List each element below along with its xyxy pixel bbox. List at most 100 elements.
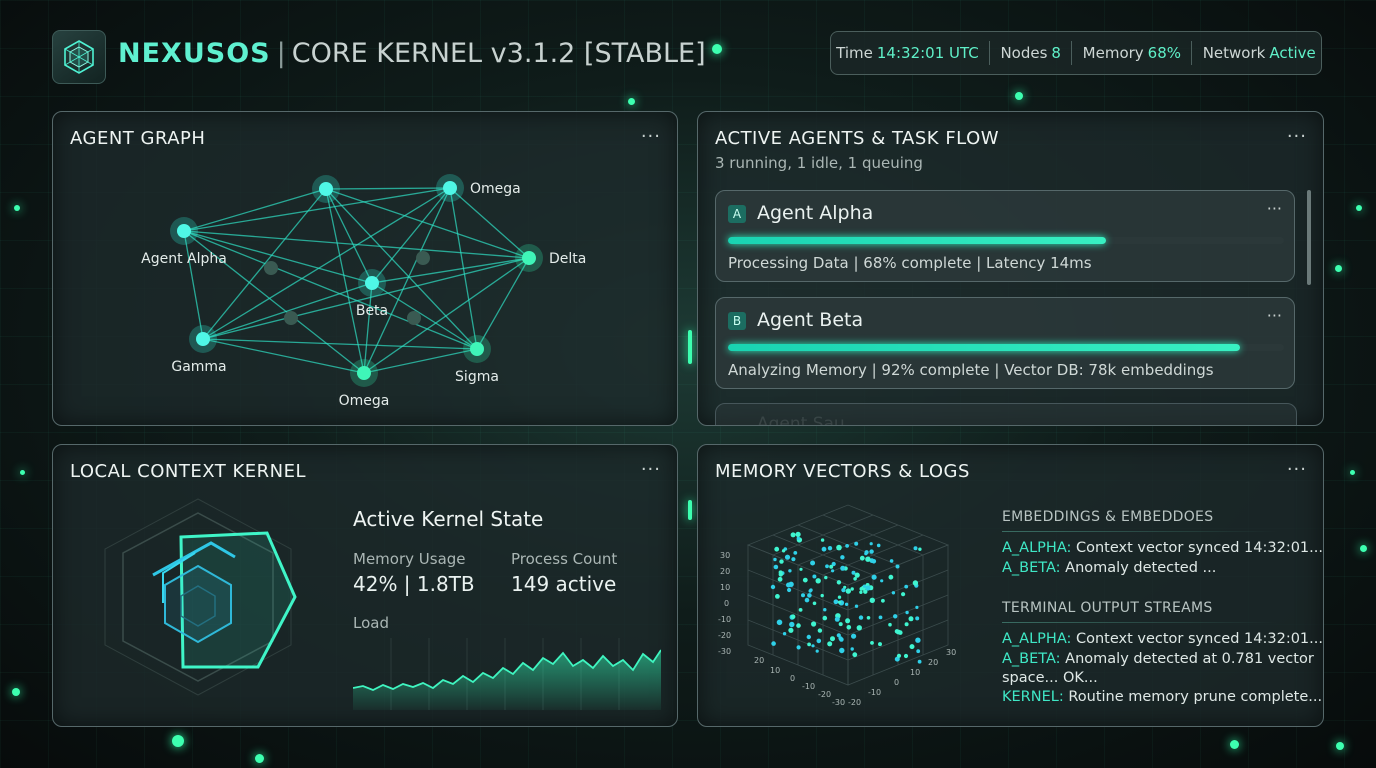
kernel-hexagon-icon	[104, 498, 297, 696]
scatter-point	[787, 587, 792, 593]
scatter-point	[830, 636, 835, 642]
log-text: space... OK...	[1002, 670, 1098, 686]
scatter-point	[836, 544, 842, 551]
agent-more-icon[interactable]: ···	[1267, 199, 1282, 218]
log-text: Routine memory prune complete...	[1063, 689, 1323, 705]
agent-card-partial[interactable]: Agent Sau...	[715, 403, 1297, 425]
scatter-point	[903, 653, 909, 659]
status-time: Time 14:32:01 UTC	[836, 44, 979, 62]
panel-title: MEMORY VECTORS & LOGS	[715, 461, 970, 482]
agent-card-alpha[interactable]: A Agent Alpha ··· Processing Data | 68% …	[715, 190, 1295, 282]
process-count-label: Process Count	[511, 550, 618, 568]
scatter-point	[823, 608, 827, 612]
nexusos-logo-icon[interactable]	[52, 30, 106, 84]
log-line: A_BETA: Anomaly detected ...	[1002, 560, 1216, 576]
scatter-point	[845, 544, 849, 548]
memory-usage-value: 42% | 1.8TB	[353, 572, 475, 596]
axis-tick: 10	[910, 668, 920, 677]
agent-graph-panel: AGENT GRAPH ··· Agent Alpha Omega Delta …	[52, 111, 678, 426]
background-glow-dot	[172, 735, 184, 747]
scatter-point	[881, 598, 885, 603]
scatter-point	[916, 649, 921, 654]
scatter-point	[858, 615, 864, 620]
scatter-point	[786, 582, 791, 588]
scatter-point	[915, 637, 921, 643]
scatter-point	[807, 593, 812, 598]
status-nodes: Nodes 8	[1000, 44, 1061, 62]
active-agents-panel: ACTIVE AGENTS & TASK FLOW ··· 3 running,…	[697, 111, 1324, 426]
agent-badge: A	[728, 205, 746, 223]
scatter-point	[796, 536, 800, 540]
brand-name: NEXUSOS	[118, 38, 271, 69]
log-line: space... OK...	[1002, 670, 1098, 686]
status-divider	[989, 41, 991, 65]
scatter-point	[888, 622, 892, 627]
scatter-point	[850, 587, 854, 591]
agent-card-beta[interactable]: B Agent Beta ··· Analyzing Memory | 92% …	[715, 297, 1295, 389]
scatter-point	[895, 629, 901, 635]
more-options-icon[interactable]: ···	[1287, 126, 1307, 147]
agents-summary: 3 running, 1 idle, 1 queuing	[715, 154, 923, 172]
agents-scrollbar[interactable]	[1307, 190, 1311, 285]
scatter-point	[844, 602, 849, 606]
scatter-point	[810, 560, 816, 566]
scatter-point	[909, 644, 915, 650]
scatter-point	[811, 621, 817, 627]
scatter-point	[790, 532, 796, 538]
scatter-point	[891, 591, 896, 595]
more-options-icon[interactable]: ···	[1287, 459, 1307, 480]
system-status-bar: Time 14:32:01 UTC Nodes 8 Memory 68% Networ…	[830, 31, 1322, 75]
scatter-point	[895, 564, 900, 569]
log-text: Context vector synced 14:32:01...	[1071, 631, 1323, 647]
vector-3d-scatter: 30 20 10 0 -10 -20 -30 20 10 0 -10 -20 -…	[718, 504, 956, 707]
scatter-point	[871, 574, 877, 580]
scatter-point	[854, 604, 859, 608]
axis-tick: 20	[754, 656, 764, 665]
axis-tick: 0	[790, 674, 795, 683]
scatter-point	[804, 597, 810, 603]
scatter-point	[912, 580, 919, 586]
agent-progress-fill	[728, 344, 1240, 351]
more-options-icon[interactable]: ···	[641, 459, 661, 480]
scatter-point	[893, 614, 898, 619]
terminal-section-title: TERMINAL OUTPUT STREAMS	[1002, 600, 1213, 616]
scatter-point	[775, 594, 780, 599]
node-label-omega-top: Omega	[470, 181, 521, 197]
node-label-agent-alpha: Agent Alpha	[141, 251, 227, 267]
status-memory: Memory 68%	[1082, 44, 1182, 62]
scatter-point	[817, 628, 823, 633]
background-glow-dot	[1356, 205, 1362, 211]
log-line: A_ALPHA: Context vector synced 14:32:01.…	[1002, 631, 1323, 647]
scatter-point	[913, 546, 918, 551]
scatter-point	[784, 554, 791, 560]
scatter-point	[845, 618, 851, 624]
log-text: Context vector synced 14:32:01...	[1071, 540, 1323, 556]
axis-tick: -30	[718, 647, 731, 656]
scatter-point	[901, 592, 906, 597]
scatter-point	[918, 547, 922, 551]
panel-title: ACTIVE AGENTS & TASK FLOW	[715, 128, 1000, 149]
scatter-point	[806, 634, 811, 640]
graph-nodes	[170, 174, 543, 387]
node-label-beta: Beta	[356, 303, 388, 319]
scatter-point	[793, 551, 798, 555]
axis-tick: -20	[848, 698, 861, 707]
scatter-point	[851, 633, 857, 639]
scatter-point	[915, 616, 920, 621]
agent-name: Agent Beta	[757, 309, 864, 331]
scatter-point	[773, 557, 777, 562]
agent-more-icon[interactable]: ···	[1267, 306, 1282, 325]
background-glow-dot	[1336, 742, 1344, 750]
agent-progress-bar	[728, 344, 1284, 351]
panel-title: LOCAL CONTEXT KERNEL	[70, 461, 307, 482]
scatter-point	[822, 615, 828, 621]
scatter-point	[888, 574, 894, 580]
scatter-point	[782, 632, 787, 636]
scatter-point	[770, 584, 776, 590]
axis-tick-labels: 30 20 10 0 -10 -20 -30 20 10 0 -10 -20 -…	[718, 551, 956, 707]
background-glow-dot	[1360, 545, 1367, 552]
scatter-point	[865, 556, 871, 562]
axis-tick: 0	[894, 678, 899, 687]
scatter-point	[815, 649, 819, 653]
log-line: A_BETA: Anomaly detected at 0.781 vector	[1002, 651, 1314, 667]
